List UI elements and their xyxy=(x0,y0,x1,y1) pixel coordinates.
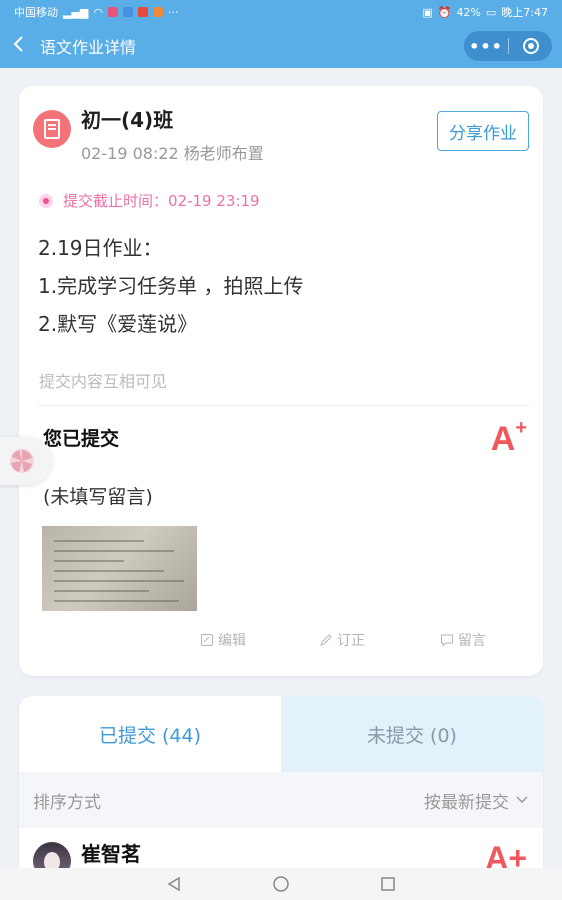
comment-button[interactable]: 留言 xyxy=(440,630,486,650)
deadline-dot-icon xyxy=(39,193,53,208)
sort-dropdown[interactable]: 按最新提交 xyxy=(424,788,529,813)
submission-list-card: 已提交 (44) 未提交 (0) 排序方式 按最新提交 崔智茗 A+ xyxy=(19,696,543,896)
class-name: 初一(4)班 xyxy=(81,108,174,132)
square-recents-icon xyxy=(381,877,396,891)
submission-actions: 编辑 订正 留言 xyxy=(19,630,543,652)
app-notification-icon xyxy=(138,7,148,17)
pinwheel-icon xyxy=(10,449,34,473)
mini-program-capsule: ••• xyxy=(464,31,552,61)
battery-percent: 42% xyxy=(456,5,481,19)
status-bar: 中国移动 ▂▄▆ ◠ ··· ▣ ⏰ 42% ▭ 晚上7:47 xyxy=(0,0,562,24)
nav-back-button[interactable] xyxy=(162,874,186,894)
floating-assistant-button[interactable] xyxy=(0,437,52,485)
tab-unsubmitted[interactable]: 未提交 (0) xyxy=(281,696,543,772)
class-book-icon xyxy=(33,110,71,148)
wifi-icon: ◠ xyxy=(93,5,103,19)
hd-icon: ▣ xyxy=(422,5,433,19)
nav-recents-button[interactable] xyxy=(376,874,400,894)
assignment-line: 2.默写《爱莲说》 xyxy=(38,312,198,336)
correct-label: 订正 xyxy=(337,633,365,649)
comment-icon xyxy=(441,634,453,647)
student-name: 崔智茗 xyxy=(81,842,141,866)
triangle-back-icon xyxy=(167,876,180,892)
clock-time: 晚上7:47 xyxy=(501,6,548,19)
comment-label: 留言 xyxy=(458,633,486,649)
assignment-content: 2.19日作业： 1.完成学习任务单 ，拍照上传 2.默写《爱莲说》 xyxy=(38,229,303,343)
page-title: 语文作业详情 xyxy=(40,38,137,57)
assignment-line: 1.完成学习任务单 ，拍照上传 xyxy=(38,274,304,298)
visibility-note: 提交内容互相可见 xyxy=(39,372,168,391)
alarm-icon: ⏰ xyxy=(437,5,452,19)
carrier-label: 中国移动 xyxy=(14,6,58,19)
submitted-title: 您已提交 xyxy=(43,428,120,450)
assignment-card: 初一(4)班 02-19 08:22 杨老师布置 分享作业 提交截止时间：02-… xyxy=(19,86,543,676)
submission-photo-thumbnail[interactable] xyxy=(42,526,197,611)
submission-comment: (未填写留言) xyxy=(43,486,153,508)
more-notifications-icon: ··· xyxy=(168,5,179,19)
deadline: 提交截止时间：02-19 23:19 xyxy=(39,190,260,211)
assignment-meta: 02-19 08:22 杨老师布置 xyxy=(81,144,264,163)
back-arrow-icon[interactable] xyxy=(12,35,34,58)
pencil-icon xyxy=(320,634,332,646)
app-header: 语文作业详情 ••• xyxy=(0,24,562,68)
target-icon xyxy=(522,38,539,54)
nav-home-button[interactable] xyxy=(269,874,293,894)
circle-home-icon xyxy=(273,876,289,892)
sort-value: 按最新提交 xyxy=(424,792,509,813)
app-notification-icon xyxy=(153,7,163,17)
sort-row: 排序方式 按最新提交 xyxy=(19,772,543,828)
grade-suffix: + xyxy=(515,416,527,439)
sort-label: 排序方式 xyxy=(33,792,101,813)
close-mini-program-button[interactable] xyxy=(509,38,552,54)
battery-icon: ▭ xyxy=(485,5,497,19)
tab-submitted[interactable]: 已提交 (44) xyxy=(19,696,281,772)
deadline-text: 提交截止时间：02-19 23:19 xyxy=(63,192,260,210)
app-notification-icon xyxy=(123,7,133,17)
divider xyxy=(37,405,529,406)
edit-button[interactable]: 编辑 xyxy=(200,630,246,650)
app-notification-icon xyxy=(108,7,118,17)
system-nav-bar xyxy=(0,868,562,900)
status-left: 中国移动 ▂▄▆ ◠ ··· xyxy=(14,4,179,20)
share-assignment-button[interactable]: 分享作业 xyxy=(437,111,529,151)
grade-badge: A+ xyxy=(490,416,527,459)
submission-tabs: 已提交 (44) 未提交 (0) xyxy=(19,696,543,772)
grade-letter: A xyxy=(490,420,516,458)
signal-icon: ▂▄▆ xyxy=(63,5,89,19)
correct-button[interactable]: 订正 xyxy=(319,630,365,650)
chevron-down-icon xyxy=(516,796,528,804)
edit-icon xyxy=(201,634,213,646)
status-right: ▣ ⏰ 42% ▭ 晚上7:47 xyxy=(422,4,548,20)
assignment-line: 2.19日作业： xyxy=(38,236,163,260)
edit-label: 编辑 xyxy=(218,633,246,649)
more-dots-icon[interactable]: ••• xyxy=(464,37,508,56)
